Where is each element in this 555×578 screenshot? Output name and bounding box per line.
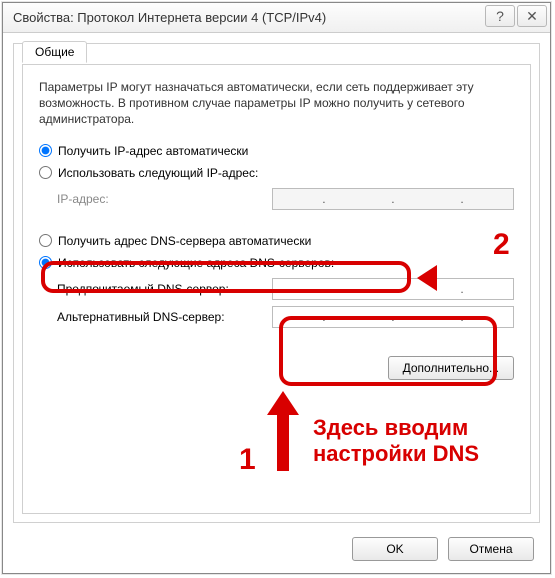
close-icon: ✕ xyxy=(526,8,538,25)
tab-strip: Общие xyxy=(22,41,87,63)
radio-dns-manual-row[interactable]: Использовать следующие адреса DNS-сервер… xyxy=(39,256,514,270)
help-button[interactable]: ? xyxy=(485,5,515,27)
dns-preferred-label: Предпочитаемый DNS-сервер: xyxy=(57,282,272,296)
properties-window: Свойства: Протокол Интернета версии 4 (T… xyxy=(2,2,551,574)
advanced-row: Дополнительно... xyxy=(39,356,514,380)
question-icon: ? xyxy=(496,8,504,24)
radio-dns-auto-row[interactable]: Получить адрес DNS-сервера автоматически xyxy=(39,234,514,248)
ok-button[interactable]: OK xyxy=(352,537,438,561)
dns-alternate-input[interactable]: ... xyxy=(272,306,514,328)
radio-ip-manual-row[interactable]: Использовать следующий IP-адрес: xyxy=(39,166,514,180)
dialog-buttons: OK Отмена xyxy=(352,537,534,561)
cancel-button[interactable]: Отмена xyxy=(448,537,534,561)
radio-dns-manual-label: Использовать следующие адреса DNS-сервер… xyxy=(58,256,334,270)
dns-alternate-label: Альтернативный DNS-сервер: xyxy=(57,310,272,324)
advanced-button[interactable]: Дополнительно... xyxy=(388,356,514,380)
window-controls: ? ✕ xyxy=(485,5,547,27)
dns-alternate-row: Альтернативный DNS-сервер: ... xyxy=(57,306,514,328)
close-button[interactable]: ✕ xyxy=(517,5,547,27)
ip-address-row: IP-адрес: ... xyxy=(57,188,514,210)
titlebar: Свойства: Протокол Интернета версии 4 (T… xyxy=(3,3,550,33)
tab-general[interactable]: Общие xyxy=(22,41,87,63)
radio-ip-auto[interactable] xyxy=(39,144,52,157)
ip-address-input: ... xyxy=(272,188,514,210)
radio-ip-auto-label: Получить IP-адрес автоматически xyxy=(58,144,248,158)
radio-ip-manual-label: Использовать следующий IP-адрес: xyxy=(58,166,258,180)
description-text: Параметры IP могут назначаться автоматич… xyxy=(39,79,514,128)
window-title: Свойства: Протокол Интернета версии 4 (T… xyxy=(13,10,326,25)
ip-address-label: IP-адрес: xyxy=(57,192,272,206)
radio-dns-auto[interactable] xyxy=(39,234,52,247)
radio-ip-manual[interactable] xyxy=(39,166,52,179)
radio-dns-manual[interactable] xyxy=(39,256,52,269)
dns-preferred-input[interactable]: ... xyxy=(272,278,514,300)
client-area: Общие Параметры IP могут назначаться авт… xyxy=(13,43,540,523)
dns-preferred-row: Предпочитаемый DNS-сервер: ... xyxy=(57,278,514,300)
tab-page-general: Параметры IP могут назначаться автоматич… xyxy=(22,64,531,514)
radio-ip-auto-row[interactable]: Получить IP-адрес автоматически xyxy=(39,144,514,158)
radio-dns-auto-label: Получить адрес DNS-сервера автоматически xyxy=(58,234,311,248)
